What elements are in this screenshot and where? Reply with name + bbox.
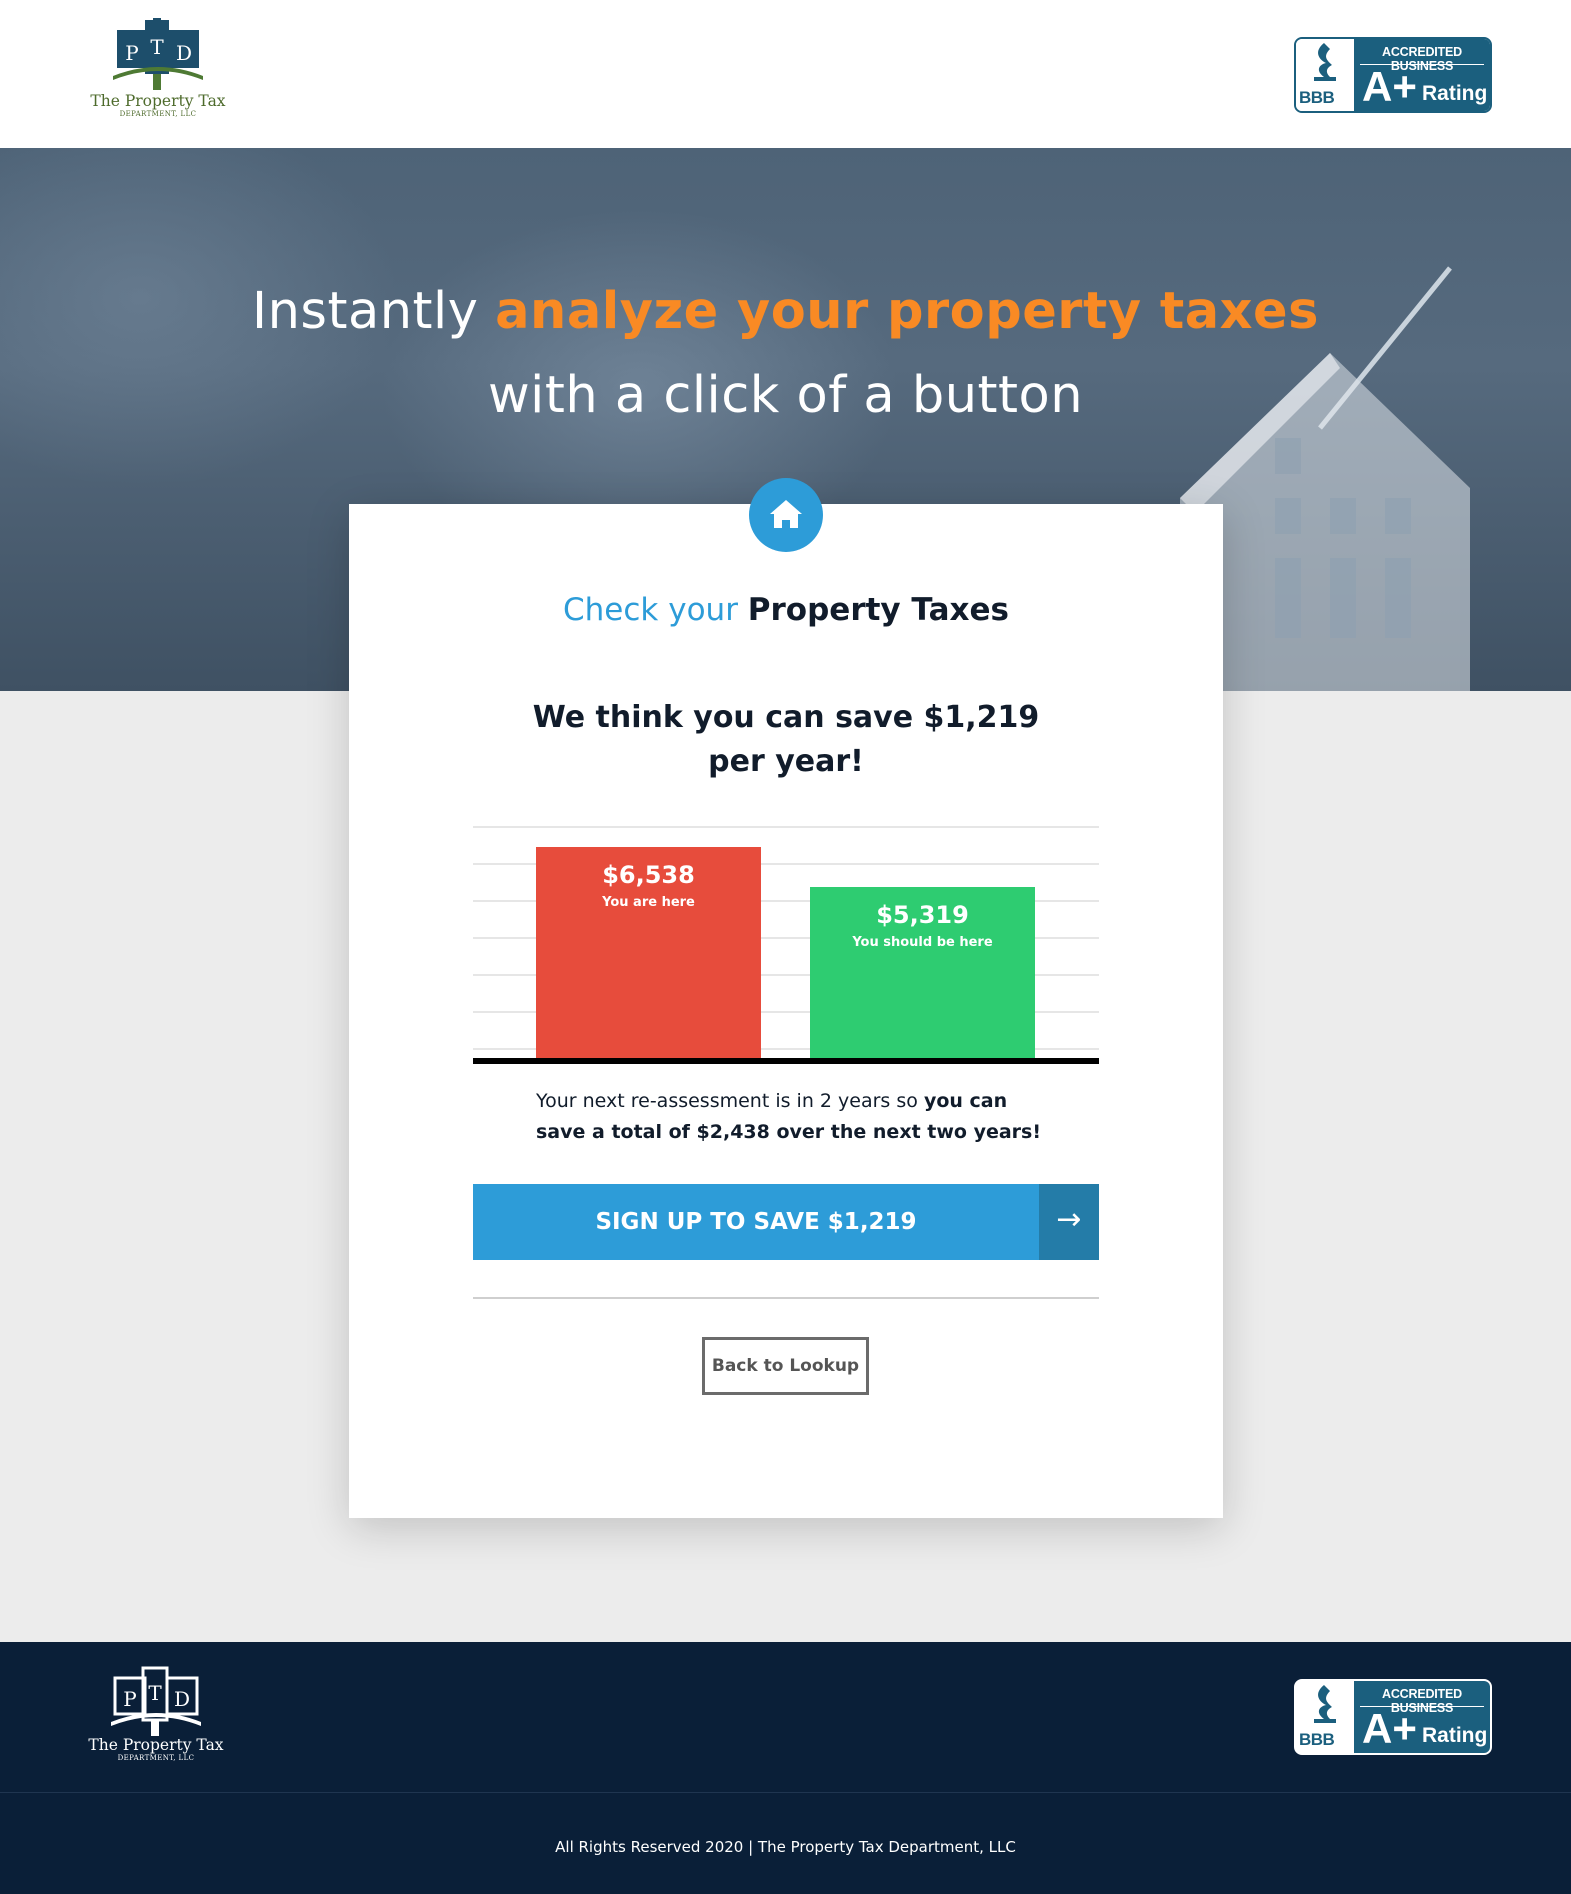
bbb-seal-text: BBB	[1299, 88, 1335, 107]
footer-ptd-logo[interactable]: PTD The Property Tax Department, LLC	[78, 1664, 234, 1768]
savings-headline: We think you can save $1,219 per year!	[532, 700, 1040, 779]
chart-baseline	[473, 1058, 1099, 1064]
back-to-lookup-button[interactable]: Back to Lookup	[702, 1337, 869, 1395]
arrow-right-icon: →	[1039, 1184, 1099, 1260]
ptd-logo-mark: PTD	[113, 18, 203, 90]
site-header: PTD The Property Tax Department, LLC BBB…	[0, 0, 1571, 148]
hero-title-highlight: analyze your property taxes	[495, 282, 1319, 341]
ptd-logo-sub: Department, LLC	[119, 110, 197, 118]
signup-button-label: SIGN UP TO SAVE $1,219	[595, 1209, 917, 1235]
logo-letter: T	[150, 35, 164, 59]
savings-bar-chart: $6,538 You are here $5,319 You should be he…	[473, 826, 1099, 1066]
footer-bbb-seal-text: BBB	[1299, 1730, 1335, 1749]
chart-bar-label: You are here	[602, 895, 695, 910]
logo-letter: D	[176, 41, 192, 65]
chart-bar-value: $5,319	[876, 901, 969, 929]
hero-title-line2: with a click of a button	[487, 366, 1084, 425]
ptd-logo[interactable]: PTD The Property Tax Department, LLC	[80, 18, 236, 122]
footer-ptd-logo-sub: Department, LLC	[117, 1754, 195, 1762]
logo-letter: P	[125, 41, 138, 65]
copyright-text: All Rights Reserved 2020 | The Property …	[555, 1838, 1016, 1856]
hero-title-pre: Instantly	[252, 282, 479, 341]
card-title-light: Check your	[563, 592, 738, 628]
chart-bar-label: You should be here	[852, 935, 993, 950]
logo-letter: P	[123, 1687, 136, 1711]
bbb-panel: ACCREDITED BUSINESS A+ Rating	[1354, 39, 1490, 111]
bbb-grade: A+	[1362, 63, 1417, 110]
bbb-seal: BBB	[1296, 39, 1352, 111]
home-badge	[749, 478, 823, 552]
chart-bar-value: $6,538	[602, 861, 695, 889]
chart-gridline	[473, 826, 1099, 828]
footer-ptd-logo-name: The Property Tax	[88, 1736, 224, 1754]
bbb-badge[interactable]: BBB ACCREDITED BUSINESS A+ Rating	[1294, 37, 1492, 113]
bbb-torch-icon	[1314, 43, 1336, 81]
card-divider	[473, 1297, 1099, 1299]
logo-letter: D	[174, 1687, 190, 1711]
bbb-rating-text: Rating	[1422, 82, 1488, 105]
footer-ptd-logo-mark: PTD	[111, 1666, 201, 1736]
card-title: Check your Property Taxes	[349, 592, 1223, 628]
reassessment-note-text: Your next re-assessment is in 2 years so	[536, 1090, 918, 1112]
footer-bbb-grade: A+	[1362, 1705, 1417, 1752]
home-icon	[770, 500, 802, 528]
footer-bbb-seal: BBB	[1296, 1681, 1352, 1753]
logo-letter: T	[148, 1681, 162, 1705]
footer-bbb-torch-icon	[1314, 1685, 1336, 1723]
chart-bar: $5,319 You should be here	[810, 887, 1035, 1058]
footer-bbb-rating-text: Rating	[1422, 1724, 1488, 1747]
ptd-logo-name: The Property Tax	[90, 92, 226, 110]
footer-divider	[0, 1792, 1571, 1793]
hero-title-line1: Instantly analyze your property taxes	[0, 282, 1571, 341]
footer-bbb-badge[interactable]: BBB ACCREDITED BUSINESS A+ Rating	[1294, 1679, 1492, 1755]
footer-bbb-panel: ACCREDITED BUSINESS A+ Rating	[1354, 1681, 1490, 1753]
card-title-bold: Property Taxes	[747, 592, 1009, 628]
chart-bar: $6,538 You are here	[536, 847, 761, 1058]
signup-button[interactable]: SIGN UP TO SAVE $1,219 →	[473, 1184, 1099, 1260]
reassessment-note: Your next re-assessment is in 2 years so…	[536, 1086, 1056, 1148]
site-footer: PTD The Property Tax Department, LLC BBB…	[0, 1642, 1571, 1894]
